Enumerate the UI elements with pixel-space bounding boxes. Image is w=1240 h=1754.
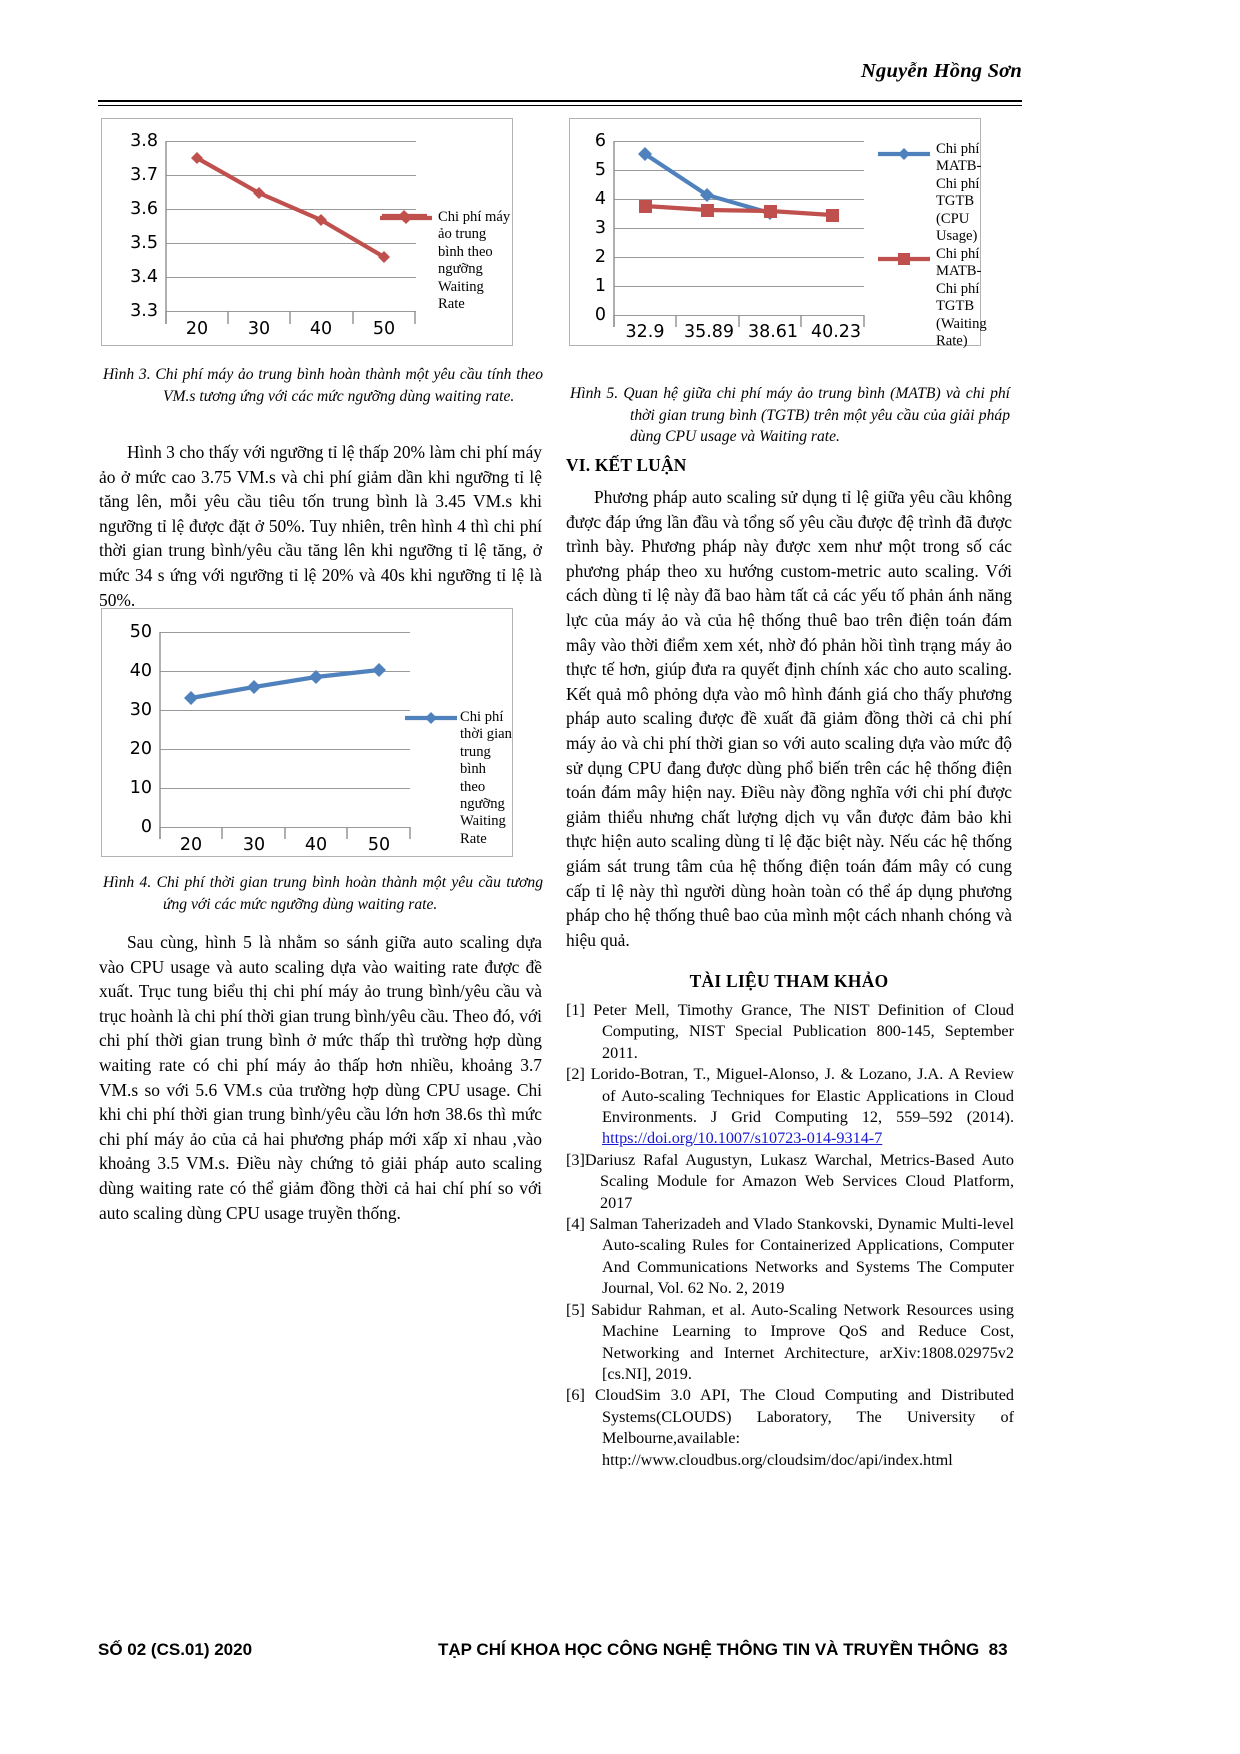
figure5-caption-label: Hình 5. [570, 385, 619, 402]
reference-number: [5] [566, 1300, 585, 1319]
footer-page-number: 83 [988, 1640, 1008, 1659]
figure3-caption-text: Chi phí máy ảo trung bình hoàn thành một… [155, 366, 544, 405]
figure4-plot [159, 632, 411, 839]
reference-doi-link[interactable]: https://doi.org/10.1007/s10723-014-9314-… [602, 1129, 882, 1147]
section-vi-heading: VI. KẾT LUẬN [566, 455, 716, 476]
figure4-xtick: 30 [242, 835, 266, 855]
figure5-xtick: 32.9 [625, 322, 665, 342]
references-heading: TÀI LIỆU THAM KHẢO [689, 971, 889, 991]
figure4-legend-label: Chi phí thời gian trung bình theo ngưỡng… [460, 709, 512, 847]
paragraph-text: Sau cùng, hình 5 là nhằm so sánh giữa au… [99, 932, 542, 1223]
figure4-xtick: 50 [367, 835, 391, 855]
figure4-xtick: 20 [179, 835, 203, 855]
reference-number: [4] [566, 1215, 585, 1234]
header-author-name: Nguyễn Hồng Sơn [861, 60, 1022, 82]
paragraph-text: Phương pháp auto scaling sử dụng tỉ lệ g… [566, 487, 1012, 950]
figure5-legend-label-cpu: Chi phí MATB-Chi phí TGTB (CPU Usage) [936, 141, 982, 245]
reference-text: Sabidur Rahman, et al. Auto-Scaling Netw… [591, 1300, 1015, 1383]
figure4-xtick: 40 [304, 835, 328, 855]
footer-journal-name: TẠP CHÍ KHOA HỌC CÔNG NGHỆ THÔNG TIN VÀ … [438, 1640, 980, 1659]
figure5-legend-marker-waiting [878, 253, 930, 265]
reference-item: [3]Dariusz Rafal Augustyn, Lukasz Warcha… [566, 1150, 1014, 1214]
figure5-xtick: 40.23 [810, 322, 862, 342]
page-header: Nguyễn Hồng Sơn [98, 60, 1022, 83]
figure5-xtick: 38.61 [747, 322, 799, 342]
references-title: TÀI LIỆU THAM KHẢO [566, 971, 1012, 992]
figure5-xtick: 35.89 [683, 322, 735, 342]
figure5-legend-label-waiting: Chi phí MATB-Chi phí TGTB (Waiting Rate) [936, 246, 987, 350]
figure3-xtick: 30 [247, 319, 271, 339]
references-list: [1] Peter Mell, Timothy Grance, The NIST… [566, 1000, 1014, 1471]
footer-journal-title: TẠP CHÍ KHOA HỌC CÔNG NGHỆ THÔNG TIN VÀ … [438, 1640, 1008, 1660]
header-rule-thick [98, 100, 1022, 102]
figure3-legend-marker [380, 212, 432, 224]
reference-item: [5] Sabidur Rahman, et al. Auto-Scaling … [566, 1300, 1014, 1386]
reference-number: [2] [566, 1065, 585, 1084]
figure4-caption-text: Chi phí thời gian trung bình hoàn thành … [156, 874, 544, 913]
figure4-caption: Hình 4. Chi phí thời gian trung bình hoà… [103, 872, 543, 915]
section-title: VI. KẾT LUẬN [566, 455, 687, 475]
figure4-caption-label: Hình 4. [103, 874, 152, 891]
figure4-chart: 50 40 30 20 10 0 Chi phí thời gian trung… [101, 608, 513, 857]
figure5-caption: Hình 5. Quan hệ giữa chi phí máy ảo trun… [570, 383, 1010, 448]
figure3-xtick: 20 [185, 319, 209, 339]
reference-item: [4] Salman Taherizadeh and Vlado Stankov… [566, 1214, 1014, 1300]
left-column-paragraph-2: Sau cùng, hình 5 là nhằm so sánh giữa au… [99, 930, 542, 1225]
figure3-caption: Hình 3. Chi phí máy ảo trung bình hoàn t… [103, 364, 543, 407]
document-page: Nguyễn Hồng Sơn 3.8 3.7 3.6 3.5 3.4 3.3 [0, 0, 1240, 1754]
right-column-paragraph-1: Phương pháp auto scaling sử dụng tỉ lệ g… [566, 485, 1012, 952]
figure3-chart: 3.8 3.7 3.6 3.5 3.4 3.3 Chi phí máy ảo t… [101, 118, 513, 346]
paragraph-text: Hình 3 cho thấy với ngưỡng tỉ lệ thấp 20… [99, 442, 542, 610]
reference-number: [1] [566, 1001, 585, 1019]
figure5-chart: 6 5 4 3 2 1 0 Chi phí MATB-Chi phí TGTB … [569, 118, 987, 349]
figure3-caption-label: Hình 3. [103, 366, 151, 383]
reference-number: [3] [566, 1150, 585, 1169]
reference-item: [6] CloudSim 3.0 API, The Cloud Computin… [566, 1385, 1014, 1471]
left-column-paragraph-1: Hình 3 cho thấy với ngưỡng tỉ lệ thấp 20… [99, 440, 542, 612]
reference-item: [2] Lorido-Botran, T., Miguel-Alonso, J.… [566, 1064, 1014, 1150]
reference-url[interactable]: http://www.cloudbus.org/cloudsim/doc/api… [602, 1451, 953, 1469]
footer-issue: SỐ 02 (CS.01) 2020 [98, 1640, 253, 1659]
reference-text: CloudSim 3.0 API, The Cloud Computing an… [594, 1386, 1014, 1448]
figure4-legend-marker [405, 712, 457, 724]
reference-item: [1] Peter Mell, Timothy Grance, The NIST… [566, 1000, 1014, 1064]
figure3-xtick: 40 [309, 319, 333, 339]
reference-text: Dariusz Rafal Augustyn, Lukasz Warchal, … [584, 1150, 1014, 1212]
figure5-legend-marker-cpu [878, 148, 930, 160]
reference-text: Peter Mell, Timothy Grance, The NIST Def… [593, 1001, 1015, 1062]
figure5-caption-text: Quan hệ giữa chi phí máy ảo trung bình (… [623, 385, 1010, 445]
reference-number: [6] [566, 1386, 585, 1405]
figure3-xtick: 50 [372, 319, 396, 339]
figure3-legend-label: Chi phí máy ảo trung bình theo ngưỡng Wa… [438, 209, 511, 313]
reference-text: Salman Taherizadeh and Vlado Stankovski,… [589, 1215, 1015, 1298]
header-rule-thin [98, 104, 1022, 106]
reference-text: Lorido-Botran, T., Miguel-Alonso, J. & L… [590, 1065, 1014, 1127]
